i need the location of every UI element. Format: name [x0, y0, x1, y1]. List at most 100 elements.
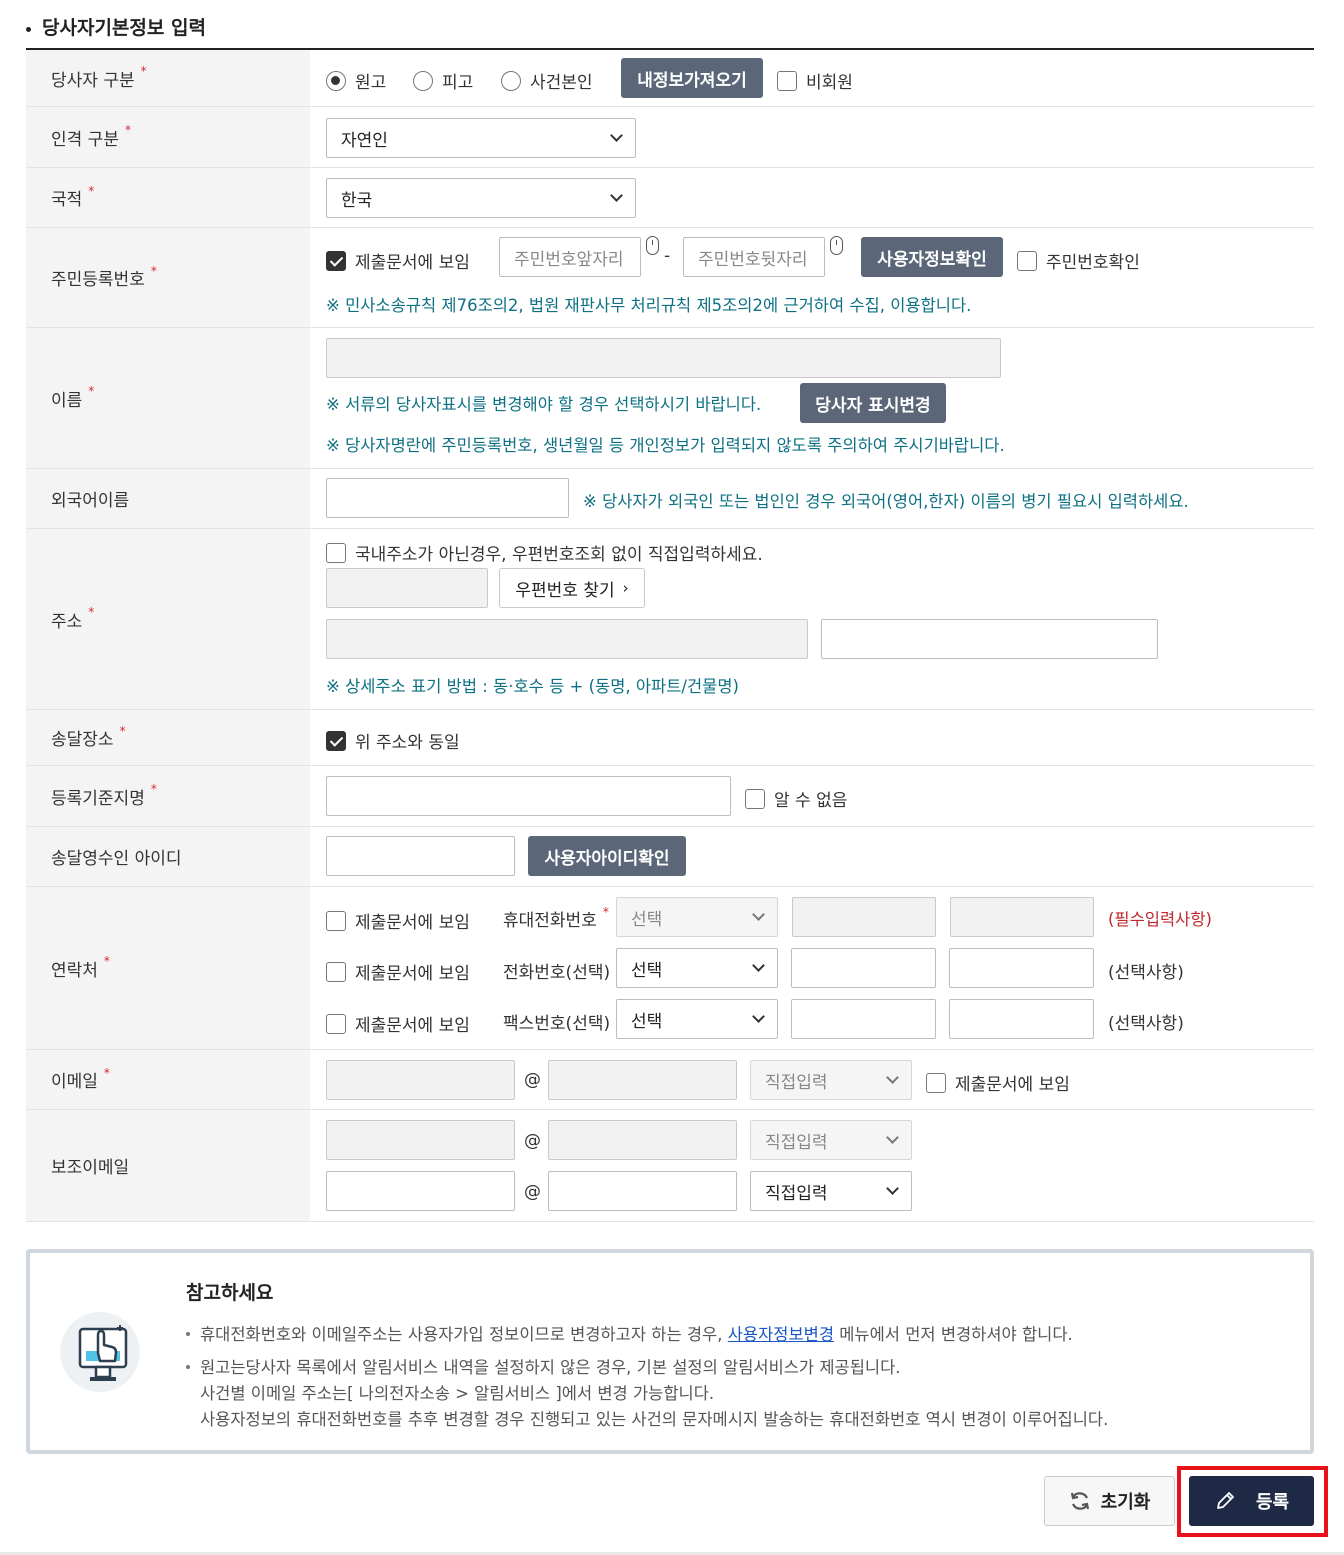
- email-id-input[interactable]: [326, 1060, 515, 1100]
- chevron-down-icon: [886, 1071, 899, 1084]
- email-at: @: [524, 1131, 541, 1151]
- change-party-display-button[interactable]: 당사자 표시변경: [800, 383, 946, 423]
- address-main-input[interactable]: [326, 619, 808, 659]
- checkbox-icon: [326, 961, 346, 982]
- submit-button[interactable]: 등록: [1189, 1476, 1314, 1526]
- address-detail-input[interactable]: [821, 619, 1158, 659]
- radio-plaintiff[interactable]: 원고: [326, 68, 386, 93]
- rrn-label: 주민등록번호 *: [26, 228, 310, 327]
- foreign-name-note: ※ 당사자가 외국인 또는 법인인 경우 외국어(영어,한자) 이름의 병기 필…: [583, 492, 1189, 511]
- phone-last-input[interactable]: [949, 948, 1094, 988]
- fax-last-input[interactable]: [949, 999, 1094, 1039]
- mobile-last-input[interactable]: [950, 897, 1094, 937]
- sub-email-2-domain-select[interactable]: 직접입력: [750, 1171, 912, 1211]
- checkbox-icon: [1017, 250, 1037, 271]
- chevron-down-icon: [610, 129, 623, 142]
- sub-email-1-domain-input[interactable]: [548, 1120, 737, 1160]
- required-mark: *: [124, 123, 131, 137]
- nationality-select[interactable]: 한국: [326, 178, 636, 218]
- user-info-change-link[interactable]: 사용자정보변경: [728, 1325, 834, 1344]
- fax-prefix-select[interactable]: 선택: [616, 999, 778, 1039]
- sub-email-1-domain-select[interactable]: 직접입력: [750, 1120, 912, 1160]
- email-domain-select[interactable]: 직접입력: [750, 1060, 912, 1100]
- reset-button[interactable]: 초기화: [1044, 1476, 1175, 1526]
- unknown-checkbox[interactable]: 알 수 없음: [745, 786, 847, 811]
- receiver-id-input[interactable]: [326, 836, 515, 876]
- rrn-note: ※ 민사소송규칙 제76조의2, 법원 재판사무 처리규칙 제5조의2에 근거하…: [326, 296, 972, 315]
- rrn-show-checkbox[interactable]: 제출문서에 보임: [326, 248, 470, 273]
- zipcode-input[interactable]: [326, 568, 488, 608]
- verify-user-id-button[interactable]: 사용자아이디확인: [528, 836, 686, 876]
- required-mark: *: [103, 1065, 110, 1080]
- required-mark: *: [140, 64, 147, 78]
- mobile-type-label: 휴대전화번호 *: [503, 904, 609, 932]
- checkbox-icon: [926, 1072, 946, 1093]
- rrn-front-input[interactable]: 주민번호앞자리: [499, 237, 641, 277]
- phone-show-checkbox[interactable]: 제출문서에 보임: [326, 959, 470, 984]
- mobile-show-checkbox[interactable]: 제출문서에 보임: [326, 908, 470, 933]
- sub-email-2-id-input[interactable]: [326, 1171, 515, 1211]
- notice-line-4: 사용자정보의 휴대전화번호를 추후 변경할 경우 진행되고 있는 사건의 문자메…: [200, 1410, 1109, 1429]
- row-foreign-name: 외국어이름 ※ 당사자가 외국인 또는 법인인 경우 외국어(영어,한자) 이름…: [26, 469, 1314, 529]
- checkbox-checked-icon: [326, 250, 346, 271]
- contact-label: 연락처 *: [26, 887, 310, 1049]
- chevron-down-icon: [752, 959, 765, 972]
- sub-email-1-id-input[interactable]: [326, 1120, 515, 1160]
- mobile-prefix-select[interactable]: 선택: [616, 897, 778, 937]
- fax-middle-input[interactable]: [791, 999, 936, 1039]
- non-member-checkbox[interactable]: 비회원: [777, 68, 853, 93]
- fax-show-checkbox[interactable]: 제출문서에 보임: [326, 1011, 470, 1036]
- chevron-down-icon: [886, 1182, 899, 1195]
- mouse-icon: [646, 236, 659, 255]
- sub-email-2-domain-input[interactable]: [548, 1171, 737, 1211]
- reg-place-input[interactable]: [326, 776, 731, 816]
- refresh-icon: [1070, 1492, 1089, 1510]
- load-my-info-button[interactable]: 내정보가져오기: [621, 58, 763, 98]
- mobile-middle-input[interactable]: [792, 897, 936, 937]
- required-mark: *: [88, 384, 95, 398]
- name-label: 이름 *: [26, 328, 310, 468]
- radio-icon: [326, 70, 346, 91]
- row-nationality: 국적 * 한국: [26, 168, 1314, 228]
- email-domain-input[interactable]: [548, 1060, 737, 1100]
- notice-line-3: 사건별 이메일 주소는[ 나의전자소송 > 알림서비스 ]에서 변경 가능합니다…: [200, 1384, 715, 1403]
- row-sub-email: 보조이메일 @ 직접입력 @ 직접입력: [26, 1110, 1314, 1222]
- touch-screen-icon: [60, 1312, 140, 1392]
- zipcode-search-button[interactable]: 우편번호 찾기 ›: [499, 568, 645, 608]
- rrn-back-input[interactable]: 주민번호뒷자리: [683, 237, 825, 277]
- row-delivery: 송달장소 * 위 주소와 동일: [26, 710, 1314, 766]
- required-mark: *: [150, 263, 157, 278]
- chevron-right-icon: ›: [622, 579, 629, 597]
- verify-user-info-button[interactable]: 사용자정보확인: [861, 237, 1003, 277]
- rrn-confirm-checkbox[interactable]: 주민번호확인: [1017, 248, 1140, 273]
- checkbox-checked-icon: [326, 730, 346, 751]
- name-note-1: ※ 서류의 당사자표시를 변경해야 할 경우 선택하시기 바랍니다.: [326, 395, 762, 414]
- person-type-label: 인격 구분 *: [26, 107, 310, 167]
- notice-title: 참고하세요: [186, 1282, 274, 1304]
- name-input[interactable]: [326, 338, 1001, 378]
- required-mark: *: [602, 904, 609, 919]
- phone-middle-input[interactable]: [791, 948, 936, 988]
- radio-defendant[interactable]: 피고: [413, 68, 473, 93]
- chevron-down-icon: [886, 1131, 899, 1144]
- same-address-checkbox[interactable]: 위 주소와 동일: [326, 728, 460, 753]
- email-at: @: [524, 1070, 541, 1090]
- chevron-down-icon: [752, 1010, 765, 1023]
- foreign-name-input[interactable]: [326, 478, 569, 518]
- checkbox-icon: [745, 788, 765, 809]
- name-note-2: ※ 당사자명란에 주민등록번호, 생년월일 등 개인정보가 입력되지 않도록 주…: [326, 436, 1005, 455]
- checkbox-icon: [326, 1013, 346, 1034]
- phone-prefix-select[interactable]: 선택: [616, 948, 778, 988]
- email-show-checkbox[interactable]: 제출문서에 보임: [926, 1070, 1070, 1095]
- radio-case-principal[interactable]: 사건본인: [501, 68, 593, 93]
- overseas-address-checkbox[interactable]: 국내주소가 아닌경우, 우편번호조회 없이 직접입력하세요.: [326, 540, 763, 565]
- person-type-select[interactable]: 자연인: [326, 118, 636, 158]
- chevron-down-icon: [752, 908, 765, 921]
- address-label: 주소 *: [26, 529, 310, 709]
- checkbox-icon: [777, 70, 797, 91]
- checkbox-icon: [326, 542, 346, 563]
- address-note: ※ 상세주소 표기 방법 : 동·호수 등 + (동명, 아파트/건물명): [326, 677, 739, 696]
- row-party-type: 당사자 구분 * 원고 피고 사건본인 내정보가져오기 비회원: [26, 50, 1314, 107]
- notice-line-2: 원고는당사자 목록에서 알림서비스 내역을 설정하지 않은 경우, 기본 설정의…: [186, 1354, 901, 1378]
- email-label: 이메일 *: [26, 1050, 310, 1109]
